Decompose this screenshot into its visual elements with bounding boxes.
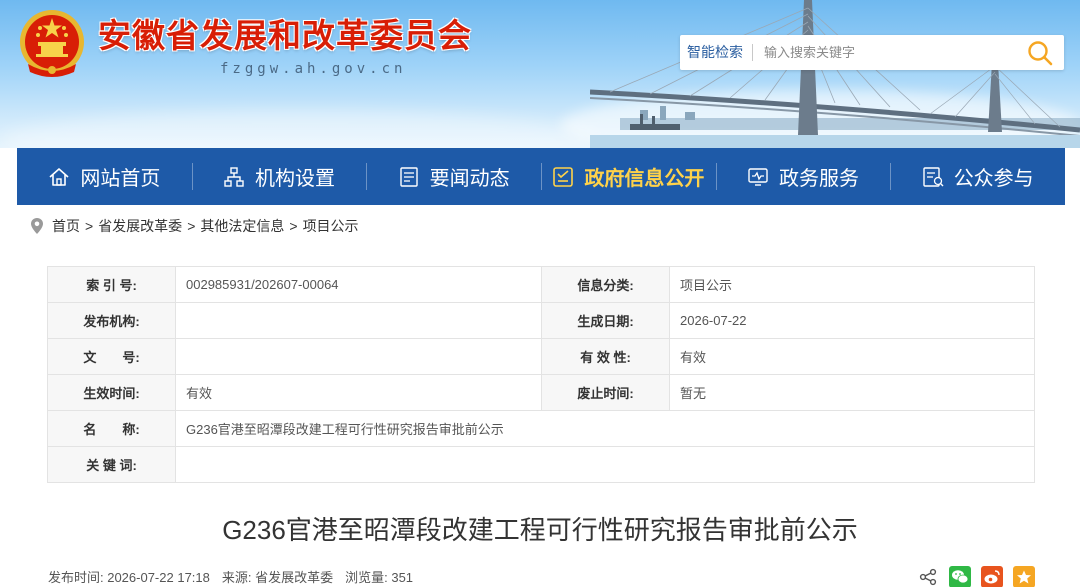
nav-item-news[interactable]: 要闻动态 <box>366 148 541 205</box>
weibo-icon[interactable] <box>981 566 1003 587</box>
nav-label: 要闻动态 <box>429 168 510 190</box>
site-title: 安徽省发展和改革委员会 <box>98 16 472 55</box>
monitor-icon <box>747 166 769 188</box>
main-nav: 网站首页 机构设置 要闻动态 政府信息公开 政务服务 公众参与 <box>17 148 1065 205</box>
info-disclosure-icon <box>552 166 574 188</box>
nav-label: 政府信息公开 <box>584 168 705 190</box>
home-icon <box>48 166 70 188</box>
publisher-value <box>175 302 542 339</box>
bridge-illustration <box>590 0 1080 148</box>
breadcrumb-separator: > <box>187 218 196 234</box>
keywords-label: 关 键 词: <box>47 446 176 483</box>
nav-label: 政务服务 <box>779 168 860 190</box>
breadcrumb-other-info[interactable]: 其他法定信息 <box>200 216 284 236</box>
index-no-value: 002985931/202607-00064 <box>175 266 542 303</box>
effective-time-label: 生效时间: <box>47 374 176 411</box>
nav-label: 网站首页 <box>80 168 161 190</box>
breadcrumb-ndrc[interactable]: 省发展改革委 <box>98 216 182 236</box>
nav-label: 机构设置 <box>255 168 335 190</box>
validity-label: 有 效 性: <box>541 338 670 375</box>
search-box: 智能检索 <box>680 35 1064 70</box>
table-row: 发布机构: 生成日期: 2026-07-22 <box>47 302 1035 339</box>
nav-item-home[interactable]: 网站首页 <box>17 148 192 205</box>
banner-cloud <box>0 110 600 148</box>
location-pin-icon <box>31 218 43 234</box>
doc-no-label: 文 号: <box>47 338 176 375</box>
doc-no-value <box>175 338 542 375</box>
share-icon[interactable] <box>917 566 939 587</box>
org-chart-icon <box>223 166 245 188</box>
index-no-label: 索 引 号: <box>47 266 176 303</box>
breadcrumb-project-notice[interactable]: 项目公示 <box>303 216 359 236</box>
table-row: 名 称: G236官港至昭潭段改建工程可行性研究报告审批前公示 <box>47 410 1035 447</box>
nav-label: 公众参与 <box>953 168 1034 190</box>
search-input[interactable] <box>764 39 1014 66</box>
created-date-value: 2026-07-22 <box>669 302 1035 339</box>
header-banner: 安徽省发展和改革委员会 fzggw.ah.gov.cn 智能检索 <box>0 0 1080 148</box>
view-count: 浏览量: 351 <box>345 570 414 585</box>
participation-icon <box>922 166 944 188</box>
favorite-icon[interactable] <box>1013 566 1035 587</box>
keywords-value <box>175 446 1035 483</box>
name-value: G236官港至昭潭段改建工程可行性研究报告审批前公示 <box>175 410 1035 447</box>
breadcrumb: 首页 > 省发展改革委 > 其他法定信息 > 项目公示 <box>30 216 359 236</box>
table-row: 关 键 词: <box>47 446 1035 483</box>
article-meta: 发布时间: 2026-07-22 17:18 来源: 省发展改革委 浏览量: 3… <box>48 568 413 587</box>
article-title: G236官港至昭潭段改建工程可行性研究报告审批前公示 <box>222 515 858 545</box>
name-label: 名 称: <box>47 410 176 447</box>
effective-time-value: 有效 <box>175 374 542 411</box>
site-domain: fzggw.ah.gov.cn <box>220 61 407 77</box>
info-metadata-table: 索 引 号: 002985931/202607-00064 信息分类: 项目公示… <box>47 266 1035 483</box>
nav-item-organization[interactable]: 机构设置 <box>191 148 367 205</box>
nav-item-services[interactable]: 政务服务 <box>715 148 891 205</box>
nav-item-participation[interactable]: 公众参与 <box>890 148 1065 205</box>
publisher-label: 发布机构: <box>47 302 176 339</box>
validity-value: 有效 <box>669 338 1035 375</box>
breadcrumb-home[interactable]: 首页 <box>52 216 80 236</box>
category-label: 信息分类: <box>541 266 670 303</box>
table-row: 文 号: 有 效 性: 有效 <box>47 338 1035 375</box>
breadcrumb-separator: > <box>289 218 298 234</box>
share-bar <box>917 565 1035 587</box>
table-row: 索 引 号: 002985931/202607-00064 信息分类: 项目公示 <box>47 266 1035 303</box>
created-date-label: 生成日期: <box>541 302 670 339</box>
smart-search-label[interactable]: 智能检索 <box>680 35 750 70</box>
wechat-icon[interactable] <box>949 566 971 587</box>
expire-time-value: 暂无 <box>669 374 1035 411</box>
search-icon[interactable] <box>1026 39 1054 67</box>
news-icon <box>398 166 420 188</box>
nav-item-info-disclosure[interactable]: 政府信息公开 <box>541 148 716 205</box>
national-emblem-icon <box>20 10 84 77</box>
category-value: 项目公示 <box>669 266 1035 303</box>
article-source: 来源: 省发展改革委 <box>221 570 334 585</box>
breadcrumb-separator: > <box>85 218 94 234</box>
publish-time: 发布时间: 2026-07-22 17:18 <box>48 570 210 585</box>
table-row: 生效时间: 有效 废止时间: 暂无 <box>47 374 1035 411</box>
expire-time-label: 废止时间: <box>541 374 670 411</box>
search-divider <box>752 44 753 61</box>
